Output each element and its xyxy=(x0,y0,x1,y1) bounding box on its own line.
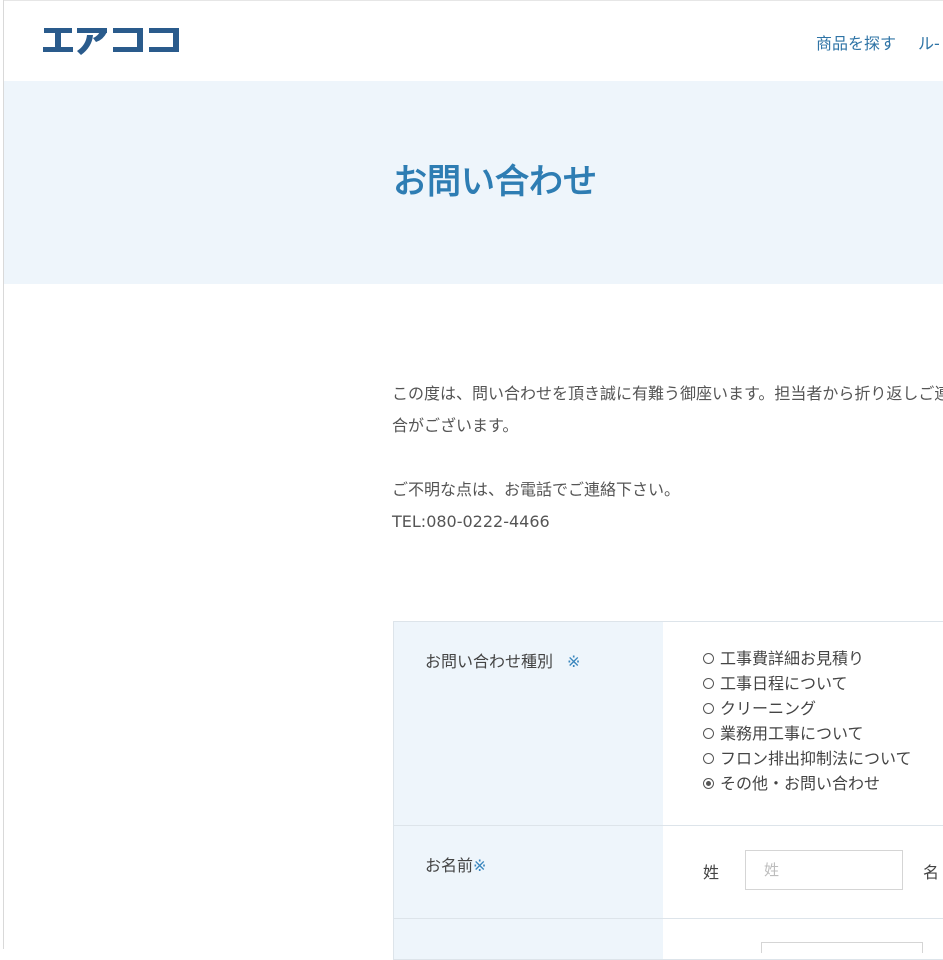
field-label-cell xyxy=(393,919,663,959)
form-row-inquiry-type: お問い合わせ種別 ※ 工事費詳細お見積り 工事日程について クリーニング業務用工事につ… xyxy=(393,622,943,826)
contact-form: お問い合わせ種別 ※ 工事費詳細お見積り 工事日程について クリーニング業務用工事につ… xyxy=(393,621,943,960)
radio-unchecked-icon[interactable] xyxy=(703,678,714,689)
intro-line: 合がございます。 xyxy=(392,416,519,435)
site-header: 商品を探す ル- xyxy=(4,1,943,81)
option-label: 業務用工事について xyxy=(720,724,864,743)
inquiry-type-option[interactable]: 工事費詳細お見積り xyxy=(703,646,943,671)
nav-item-rules[interactable]: ル- xyxy=(918,34,940,53)
inquiry-type-label: お問い合わせ種別 xyxy=(425,652,554,671)
field-value-cell: 工事費詳細お見積り 工事日程について クリーニング業務用工事についてフロン排出抑制法… xyxy=(663,622,943,825)
option-label: クリーニング xyxy=(720,699,817,718)
inquiry-type-option[interactable]: フロン排出抑制法について xyxy=(703,746,943,771)
radio-unchecked-icon[interactable] xyxy=(703,728,714,739)
inquiry-type-options: 工事費詳細お見積り 工事日程について クリーニング業務用工事についてフロン排出抑制法… xyxy=(703,646,943,796)
field-value-cell: 姓 名 xyxy=(663,826,943,918)
field-label-cell: お問い合わせ種別 ※ xyxy=(393,622,663,825)
phone-number: TEL:080-0222-4466 xyxy=(392,512,550,531)
main-nav: 商品を探す ル- xyxy=(816,30,943,54)
radio-unchecked-icon[interactable] xyxy=(703,703,714,714)
required-mark: ※ xyxy=(567,652,581,671)
name-label: お名前 xyxy=(425,856,474,875)
last-name-input[interactable] xyxy=(745,850,904,890)
form-row-next xyxy=(393,919,943,960)
form-row-name: お名前※ 姓 名 xyxy=(393,826,943,919)
option-label: フロン排出抑制法について xyxy=(720,749,912,768)
inquiry-type-option[interactable]: 工事日程について xyxy=(703,671,943,696)
option-label: 工事費詳細お見積り xyxy=(720,649,865,668)
inquiry-type-option[interactable]: クリーニング xyxy=(703,696,943,721)
site-logo[interactable] xyxy=(43,23,183,59)
intro-line: この度は、問い合わせを頂き誠に有難う御座います。担当者から折り返しご連 xyxy=(392,384,943,403)
next-field-input[interactable] xyxy=(761,942,923,953)
option-label: その他・お問い合わせ xyxy=(720,774,881,793)
first-name-label: 名 xyxy=(923,863,940,882)
inquiry-type-option[interactable]: その他・お問い合わせ xyxy=(703,771,943,796)
page-hero: お問い合わせ xyxy=(4,81,943,284)
page-title: お問い合わせ xyxy=(393,162,597,202)
nav-item-find-products[interactable]: 商品を探す xyxy=(816,34,896,53)
radio-checked-icon[interactable] xyxy=(703,778,714,789)
field-label-cell: お名前※ xyxy=(393,826,663,918)
intro-line: ご不明な点は、お電話でご連絡下さい。 xyxy=(392,480,681,499)
last-name-label: 姓 xyxy=(703,863,720,882)
intro-text: この度は、問い合わせを頂き誠に有難う御座います。担当者から折り返しご連 合がござ… xyxy=(392,378,943,538)
required-mark: ※ xyxy=(473,856,487,875)
field-value-cell xyxy=(663,919,943,959)
radio-unchecked-icon[interactable] xyxy=(703,753,714,764)
radio-unchecked-icon[interactable] xyxy=(703,653,714,664)
inquiry-type-option[interactable]: 業務用工事について xyxy=(703,721,943,746)
option-label: 工事日程について xyxy=(720,674,848,693)
